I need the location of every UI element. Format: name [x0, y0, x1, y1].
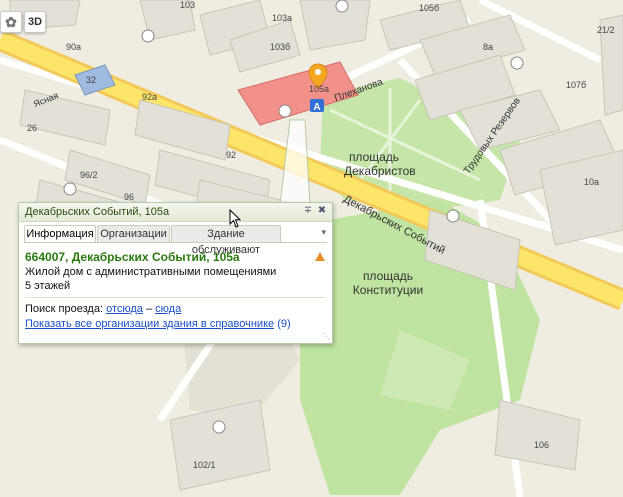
divider	[25, 297, 326, 298]
building-address: 664007, Декабрьских Событий, 105а	[25, 250, 240, 264]
tabs-divider	[24, 242, 327, 243]
map-logo-button[interactable]: ✿	[0, 11, 22, 33]
marker-a-letter: A	[313, 102, 320, 113]
tab-information[interactable]: Информация	[24, 225, 96, 243]
tabs-more-icon[interactable]: ▾	[321, 227, 326, 238]
show-all-organizations: Показать все организации здания в справо…	[25, 318, 291, 330]
building-description: Жилой дом с административными помещениям…	[25, 266, 277, 278]
balloon-header: Декабрьских Событий, 105а ∓ ✖	[19, 203, 332, 222]
route-from-link[interactable]: отсюда	[106, 303, 143, 315]
place-label-decembrists-square: площадь Декабристов	[344, 150, 416, 178]
balloon-title: Декабрьских Событий, 105а	[25, 206, 170, 218]
map-provider-logo-icon: ✿	[5, 13, 17, 30]
organizations-count: (9)	[277, 318, 291, 330]
building-floors: 5 этажей	[25, 280, 71, 292]
tab-organizations[interactable]: Организации	[97, 225, 170, 242]
resize-handle-icon[interactable]: ⋱	[322, 332, 330, 341]
mouse-cursor-icon	[229, 209, 242, 228]
info-balloon: Декабрьских Событий, 105а ∓ ✖ Информация…	[18, 202, 333, 344]
route-search: Поиск проезда: отсюда – сюда	[25, 303, 181, 315]
route-to-link[interactable]: сюда	[155, 303, 181, 315]
route-search-label: Поиск проезда:	[25, 303, 103, 315]
tab-building-services[interactable]: Здание обслуживают	[171, 225, 281, 256]
route-dash: –	[145, 303, 153, 315]
show-all-organizations-link[interactable]: Показать все организации здания в справо…	[25, 318, 274, 330]
mode-3d-button[interactable]: 3D	[24, 11, 46, 33]
place-label-constitution-square: площадь Конституции	[352, 269, 424, 297]
pin-balloon-icon[interactable]: ∓	[302, 205, 314, 217]
close-icon[interactable]: ✖	[316, 205, 328, 217]
warning-icon[interactable]	[315, 252, 325, 261]
